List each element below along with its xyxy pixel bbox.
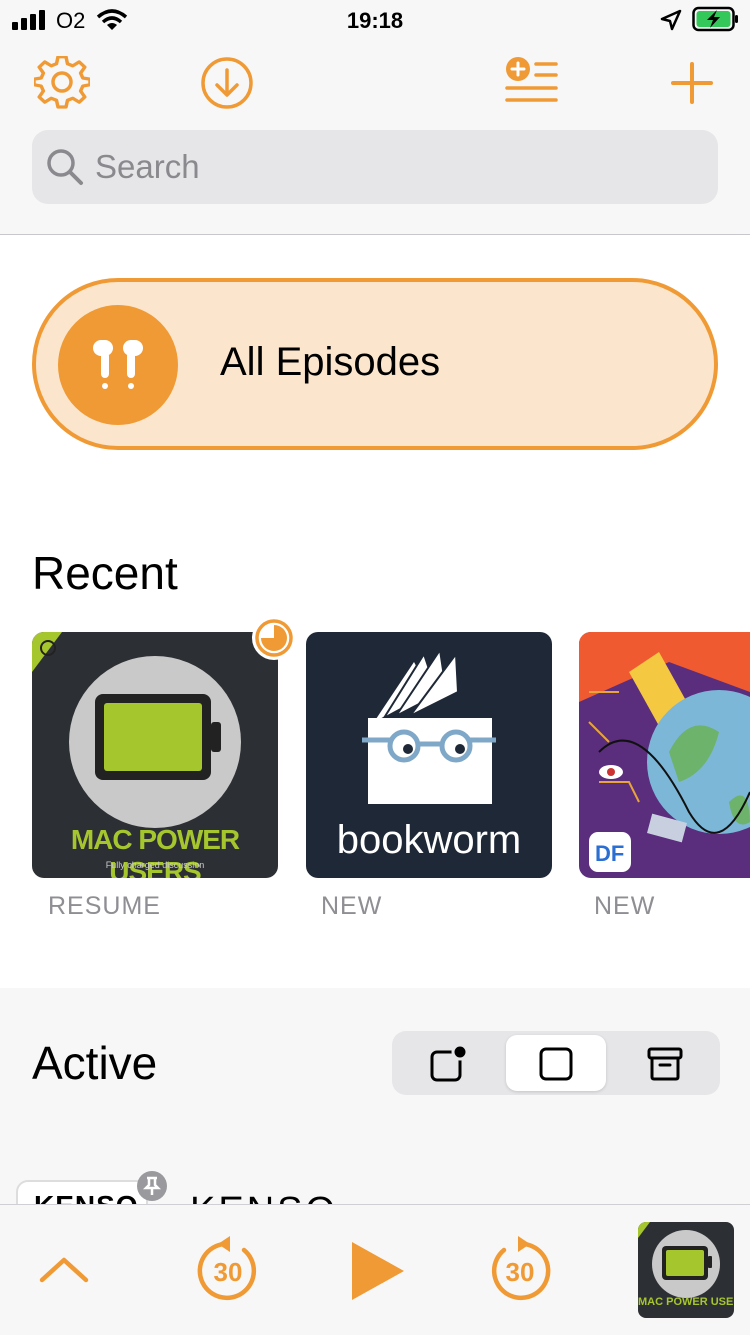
progress-badge-icon — [252, 616, 296, 660]
archive-icon[interactable] — [646, 1046, 684, 1082]
add-queue-icon[interactable] — [504, 56, 558, 106]
all-episodes-label: All Episodes — [220, 340, 441, 384]
pin-icon — [137, 1171, 167, 1201]
download-icon[interactable] — [200, 56, 254, 110]
now-playing-artwork[interactable]: MAC POWER USERS — [638, 1222, 734, 1318]
battery-icon — [692, 6, 738, 32]
mini-artwork-title: MAC POWER USERS — [638, 1296, 734, 1308]
mpu-artwork-subtitle: Fully charged discussion — [105, 860, 205, 870]
skip-forward-label: 30 — [505, 1257, 535, 1287]
new-icon[interactable] — [428, 1044, 468, 1084]
plus-icon[interactable] — [670, 61, 714, 105]
status-bar: O2 19:18 — [0, 0, 750, 44]
recent-status-new-2: NEW — [594, 892, 656, 920]
chevron-up-icon[interactable] — [38, 1254, 90, 1286]
location-icon — [660, 9, 682, 31]
podcast-artwork-bookworm[interactable]: bookworm — [306, 632, 552, 878]
recent-status-resume: RESUME — [48, 892, 161, 920]
recent-heading: Recent — [32, 547, 178, 599]
play-icon[interactable] — [346, 1238, 408, 1304]
globe-artwork-badge: DF — [595, 841, 625, 866]
recent-status-new-1: NEW — [321, 892, 383, 920]
gear-icon[interactable] — [34, 56, 90, 112]
clock: 19:18 — [346, 8, 404, 33]
podcast-artwork-mac-power-users[interactable]: MAC POWER USERS Fully charged discussion — [32, 632, 278, 878]
airpods-icon — [93, 340, 143, 389]
active-heading: Active — [32, 1037, 158, 1089]
search-input[interactable]: Search — [95, 148, 200, 186]
bookworm-artwork-title: bookworm — [336, 818, 522, 862]
skip-back-label: 30 — [213, 1257, 243, 1287]
podcast-artwork-globe[interactable]: DF — [579, 632, 750, 878]
search-icon — [47, 149, 83, 185]
square-icon[interactable] — [538, 1046, 574, 1082]
